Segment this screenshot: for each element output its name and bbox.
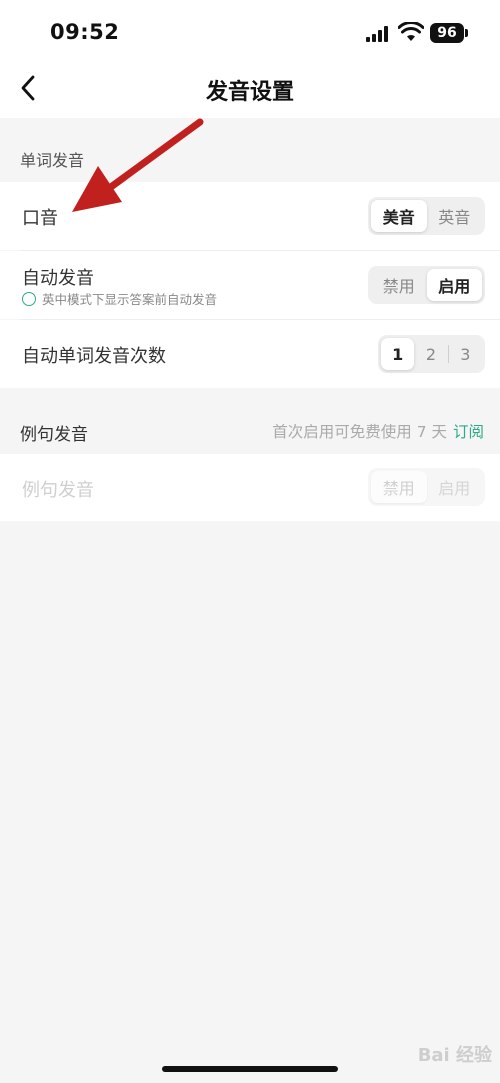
status-time: 09:52 [50,20,120,44]
sentence-audio-option-off[interactable]: 禁用 [371,471,427,503]
repeat-count-option-2[interactable]: 2 [414,338,447,370]
home-indicator[interactable] [162,1066,338,1072]
page-title: 发音设置 [205,80,294,105]
battery-level: 96 [437,25,457,41]
accent-option-uk[interactable]: 英音 [427,200,483,232]
row-auto-play: 自动发音 英中模式下显示答案前自动发音 禁用 启用 [0,251,500,319]
auto-play-hint-text: 英中模式下显示答案前自动发音 [42,292,218,307]
repeat-count-option-1[interactable]: 1 [381,338,415,370]
auto-play-option-on[interactable]: 启用 [426,269,482,301]
trial-text: 首次启用可免费使用 7 天 [272,423,447,441]
row-repeat-count: 自动单词发音次数 1 2 3 [0,320,500,388]
cellular-signal-icon [366,26,388,42]
sentence-audio-segmented-control: 禁用 启用 [368,468,485,506]
sentence-audio-option-on[interactable]: 启用 [427,471,483,503]
auto-play-hint: 英中模式下显示答案前自动发音 [22,289,217,308]
watermark-logo: Bai 经验 [417,1045,492,1066]
row-sentence-audio: 例句发音 禁用 启用 [0,454,500,521]
row-accent: 口音 美音 英音 [0,182,500,250]
battery-tip [465,29,468,37]
row-label-repeat-count: 自动单词发音次数 [22,346,166,367]
accent-segmented-control: 美音 英音 [368,197,485,235]
subscribe-link[interactable]: 订阅 [453,423,484,441]
section-label-sentence: 例句发音 [20,425,88,445]
row-label-accent: 口音 [22,208,58,229]
battery-icon: 96 [430,23,464,43]
wifi-icon [398,22,424,41]
section-label-word: 单词发音 [20,151,85,170]
top-bar: 09:52 96 发音设置 [0,0,500,118]
radio-circle-icon[interactable] [22,291,36,306]
trial-notice: 首次启用可免费使用 7 天订阅 [272,420,484,442]
row-label-sentence-audio: 例句发音 [22,480,94,501]
repeat-count-option-3[interactable]: 3 [449,338,482,370]
row-label-auto-play: 自动发音 [22,268,94,289]
auto-play-segmented-control: 禁用 启用 [368,266,485,304]
auto-play-option-off[interactable]: 禁用 [371,269,427,301]
accent-option-us[interactable]: 美音 [371,200,427,232]
status-bar: 09:52 96 [0,0,500,66]
repeat-count-segmented-control: 1 2 3 [378,335,485,373]
